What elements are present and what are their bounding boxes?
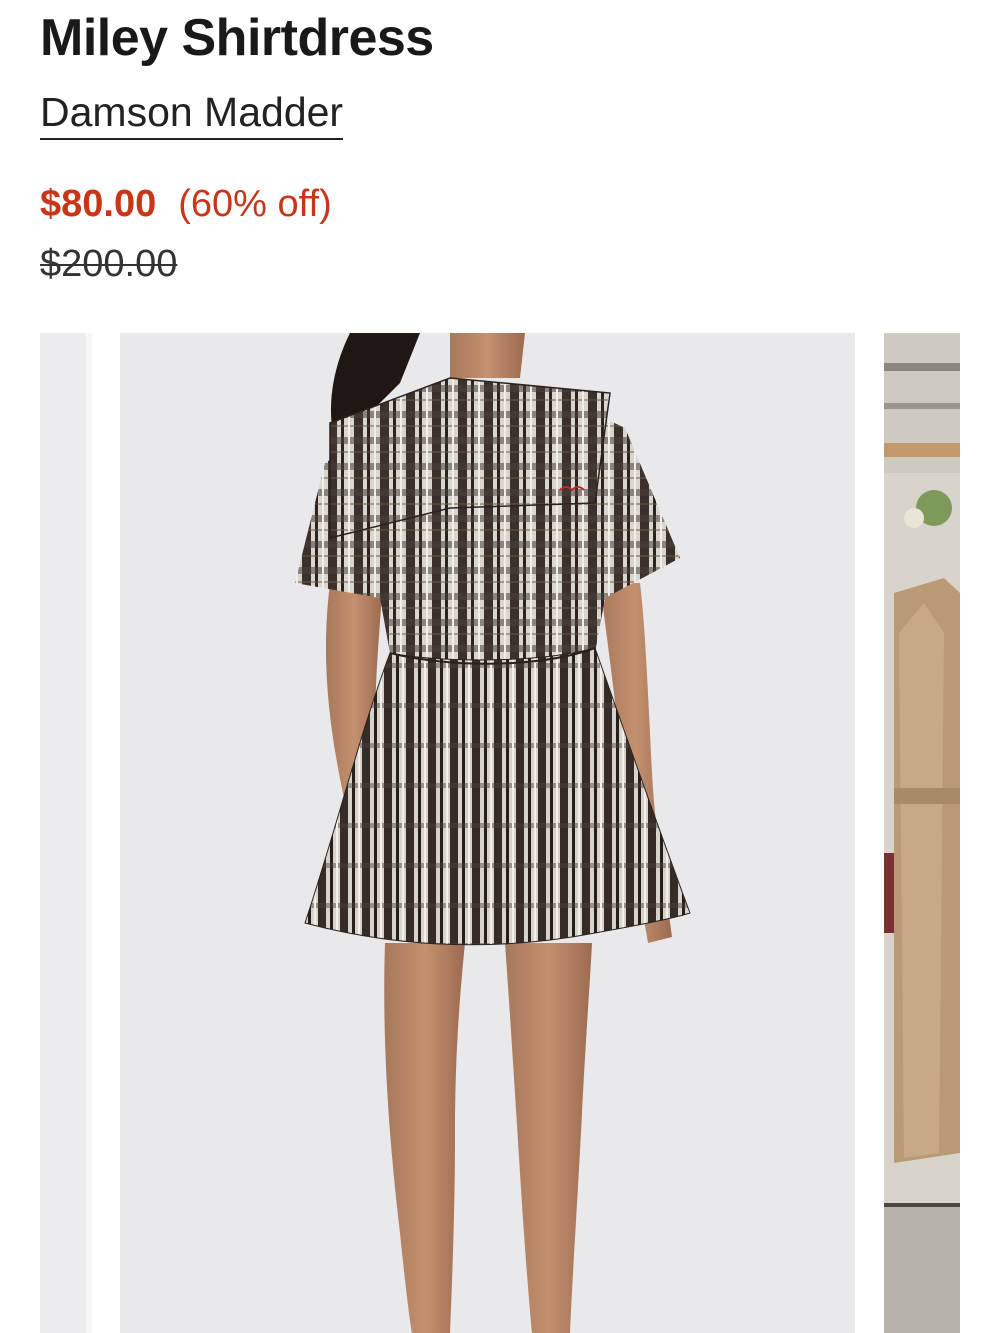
brand-link[interactable]: Damson Madder	[40, 88, 344, 140]
plaid-dress-illustration	[120, 333, 855, 1333]
main-product-image[interactable]	[120, 333, 855, 1333]
next-image-graphic	[884, 333, 960, 1333]
original-price: $200.00	[40, 243, 178, 285]
product-image-carousel[interactable]	[40, 333, 960, 1333]
product-title: Miley Shirtdress	[40, 9, 434, 67]
discount-percent: (60% off)	[178, 183, 332, 225]
sale-price: $80.00	[40, 183, 157, 225]
previous-image-graphic	[40, 333, 92, 1333]
price-row: $80.00 (60% off)	[40, 180, 332, 228]
previous-product-image[interactable]	[40, 333, 92, 1333]
next-product-image[interactable]	[884, 333, 960, 1333]
